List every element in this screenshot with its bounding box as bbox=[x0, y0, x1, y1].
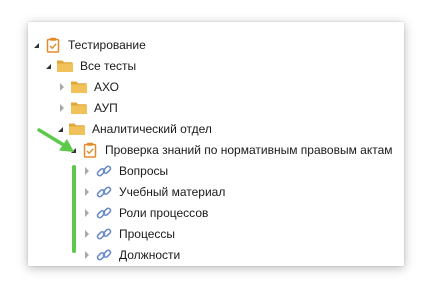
link-icon bbox=[95, 205, 113, 221]
tree-node-aup[interactable]: АУП bbox=[59, 97, 118, 118]
tree-node-label: Все тесты bbox=[80, 58, 137, 73]
tree-node-label: Учебный материал bbox=[119, 184, 226, 199]
annotation-arrow-icon bbox=[37, 128, 74, 152]
folder-icon bbox=[70, 100, 88, 116]
link-icon bbox=[95, 163, 113, 179]
collapse-toggle-icon[interactable] bbox=[85, 166, 89, 175]
folder-icon bbox=[70, 79, 88, 95]
expand-toggle-icon[interactable] bbox=[46, 64, 51, 69]
tree-node-label: АХО bbox=[94, 79, 119, 94]
folder-open-icon bbox=[56, 58, 74, 74]
collapse-toggle-icon[interactable] bbox=[60, 82, 64, 91]
tree-node-label: Должности bbox=[119, 247, 181, 262]
tree-panel: Тестирование Все тесты АХО АУП Аналитиче… bbox=[28, 22, 404, 266]
tree-node-label: Аналитический отдел bbox=[92, 121, 212, 136]
tree-node-all-tests[interactable]: Все тесты bbox=[46, 55, 136, 76]
tree-node-label: Вопросы bbox=[119, 163, 169, 178]
tree-node-label: Процессы bbox=[119, 226, 176, 241]
screenshot-root: { "tree": { "root": { "label": "Тестиров… bbox=[0, 0, 431, 295]
link-icon bbox=[95, 247, 113, 263]
expand-toggle-icon[interactable] bbox=[34, 43, 39, 48]
collapse-toggle-icon[interactable] bbox=[85, 250, 89, 259]
collapse-toggle-icon[interactable] bbox=[85, 187, 89, 196]
annotation-bar bbox=[72, 165, 76, 253]
collapse-toggle-icon[interactable] bbox=[85, 229, 89, 238]
tree-node-analytics-dept[interactable]: Аналитический отдел bbox=[58, 118, 212, 139]
tree-node-testing[interactable]: Тестирование bbox=[34, 34, 146, 55]
tree-node-process-roles[interactable]: Роли процессов bbox=[84, 202, 208, 223]
tree-node-label: АУП bbox=[94, 100, 118, 115]
link-icon bbox=[95, 226, 113, 242]
tree-node-questions[interactable]: Вопросы bbox=[84, 160, 168, 181]
tree-node-positions[interactable]: Должности bbox=[84, 244, 180, 265]
tree-node-study-material[interactable]: Учебный материал bbox=[84, 181, 225, 202]
collapse-toggle-icon[interactable] bbox=[85, 208, 89, 217]
link-icon bbox=[95, 184, 113, 200]
tree-node-test[interactable]: Проверка знаний по нормативным правовым … bbox=[71, 139, 393, 160]
collapse-toggle-icon[interactable] bbox=[60, 103, 64, 112]
tree-node-label: Роли процессов bbox=[119, 205, 209, 220]
clipboard-check-icon bbox=[81, 142, 99, 158]
tree-node-processes[interactable]: Процессы bbox=[84, 223, 175, 244]
tree-node-label: Тестирование bbox=[68, 37, 146, 52]
tree-node-aho[interactable]: АХО bbox=[59, 76, 119, 97]
clipboard-check-icon bbox=[44, 37, 62, 53]
tree-node-label: Проверка знаний по нормативным правовым … bbox=[105, 142, 393, 157]
